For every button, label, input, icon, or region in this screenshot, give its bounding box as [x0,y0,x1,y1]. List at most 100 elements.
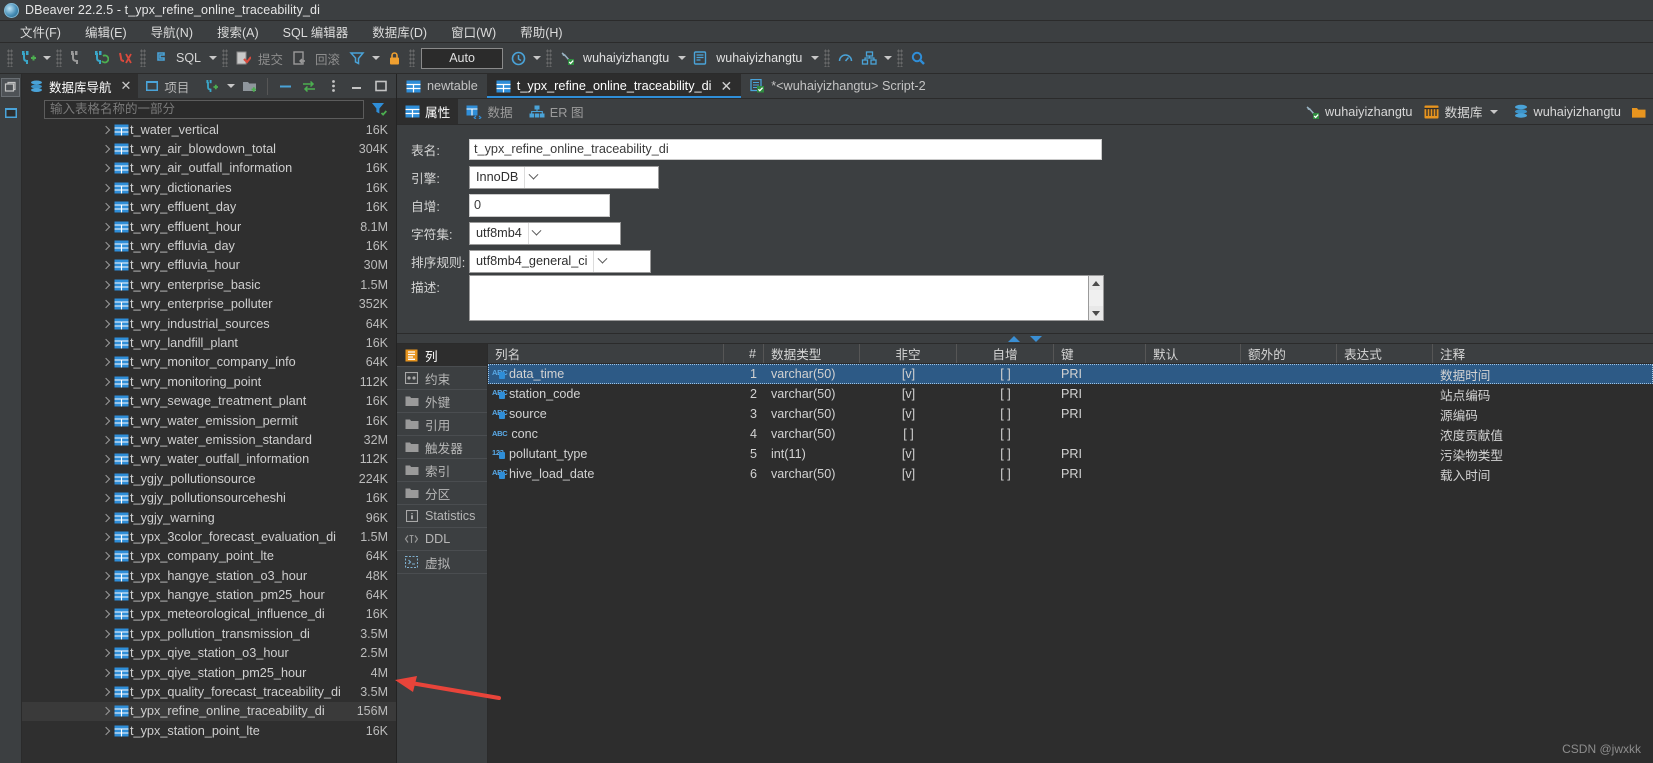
expand-chevron-icon[interactable] [100,398,113,404]
tree-item-table[interactable]: t_ypx_hangye_station_o3_hour 48K [22,566,396,585]
disconnect-icon[interactable] [65,47,89,70]
tree-item-table[interactable]: t_wry_effluent_hour 8.1M [22,217,396,236]
lock-icon[interactable] [382,47,406,70]
sql-editor-button[interactable]: SQL [149,47,206,70]
tree-item-table[interactable]: t_wry_monitor_company_info 64K [22,353,396,372]
expand-chevron-icon[interactable] [100,224,113,230]
table-filter-input[interactable] [44,99,364,119]
side-tab-ddl-icon[interactable]: DDL [397,528,487,551]
object-side-tabs[interactable]: 列约束 外键 引用 触发器 索引 分区 Statistics DDL 虚拟 [397,344,488,763]
cell-column-name[interactable]: 123 pollutant_type [488,447,724,461]
toolbar-grip[interactable] [7,49,13,67]
expand-chevron-icon[interactable] [100,185,113,191]
cell-key[interactable]: PRI [1054,467,1146,481]
expand-chevron-icon[interactable] [100,437,113,443]
column-header[interactable]: 非空 [860,344,957,363]
cell-comment[interactable]: 源编码 [1433,405,1653,424]
tree-item-table[interactable]: t_ypx_station_point_lte 16K [22,721,396,740]
maximize-panel-icon[interactable] [370,76,392,96]
new-connection-small-icon[interactable] [200,76,222,96]
expand-chevron-icon[interactable] [100,495,113,501]
cell-datatype[interactable]: varchar(50) [764,427,860,441]
side-tab-constraint-icon[interactable]: 约束 [397,367,487,390]
toolbar-grip-7[interactable] [824,49,831,67]
menu-sql-editor[interactable]: SQL 编辑器 [271,20,361,43]
connection-selector[interactable]: wuhaiyizhangtu [555,47,688,70]
minimize-panel-icon[interactable] [346,76,368,96]
tree-item-table[interactable]: t_wry_industrial_sources 64K [22,314,396,333]
cell-column-name[interactable]: ABCsource [488,407,724,421]
tab-database-navigator[interactable]: 数据库导航 ✕ [22,74,139,98]
tab-projects[interactable]: 项目 [138,74,196,98]
columns-grid-body[interactable]: ABCdata_time1varchar(50)[v][ ]PRI数据时间ABC… [488,364,1653,484]
projects-view-icon[interactable] [1,103,20,122]
expand-chevron-icon[interactable] [100,127,113,133]
expand-chevron-icon[interactable] [100,418,113,424]
cell-autoincrement[interactable]: [ ] [957,447,1054,461]
tree-item-table[interactable]: t_ypx_qiye_station_o3_hour 2.5M [22,644,396,663]
chevron-down-icon[interactable] [524,166,542,188]
cell-notnull[interactable]: [v] [860,447,957,461]
column-header[interactable]: 额外的 [1241,344,1337,363]
toolbar-grip-6[interactable] [546,49,553,67]
collation-select[interactable]: utf8mb4_general_ci [469,249,651,273]
new-connection-icon[interactable] [16,47,40,70]
expand-chevron-icon[interactable] [100,650,113,656]
dashboard-icon[interactable] [833,47,857,70]
tree-item-table[interactable]: t_water_vertical 16K [22,120,396,139]
cell-autoincrement[interactable]: [ ] [957,387,1054,401]
tree-item-table[interactable]: t_ypx_hangye_station_pm25_hour 64K [22,585,396,604]
sql-dropdown-icon[interactable] [206,47,219,70]
context-schema[interactable]: wuhaiyizhangtu [1507,104,1627,119]
database-selector[interactable]: wuhaiyizhangtu [688,47,821,70]
expand-chevron-icon[interactable] [100,282,113,288]
cell-column-name[interactable]: ABC conc [488,427,724,441]
link-with-editor-icon[interactable] [298,76,320,96]
chevron-down-icon[interactable] [593,250,611,272]
context-database-dropdown-icon[interactable] [1488,100,1501,123]
tree-item-table[interactable]: t_wry_landfill_plant 16K [22,333,396,352]
side-tab-folder-icon[interactable]: 索引 [397,459,487,482]
new-folder-icon[interactable] [239,76,261,96]
expand-chevron-icon[interactable] [100,534,113,540]
tree-item-table[interactable]: t_wry_monitoring_point 112K [22,372,396,391]
scroll-up-icon[interactable] [1089,276,1103,290]
history-icon[interactable] [506,47,530,70]
toolbar-grip-8[interactable] [897,49,904,67]
subtab-er-diagram[interactable]: ER 图 [521,99,592,124]
cell-ordinal[interactable]: 3 [724,407,764,421]
menu-database[interactable]: 数据库(D) [360,20,439,43]
tree-item-table[interactable]: t_wry_effluvia_hour 30M [22,256,396,275]
expand-chevron-icon[interactable] [100,243,113,249]
column-header[interactable]: 键 [1054,344,1146,363]
menu-search[interactable]: 搜索(A) [205,20,271,43]
toolbar-grip-4[interactable] [222,49,229,67]
column-header[interactable]: 列名 [488,344,724,363]
expand-chevron-icon[interactable] [100,611,113,617]
cell-autoincrement[interactable]: [ ] [957,427,1054,441]
splitter-up-icon[interactable] [1008,335,1020,342]
expand-chevron-icon[interactable] [100,592,113,598]
expand-chevron-icon[interactable] [100,359,113,365]
side-tab-folder-icon[interactable]: 触发器 [397,436,487,459]
tree-item-table[interactable]: t_wry_water_outfall_information 112K [22,450,396,469]
table-row[interactable]: ABCsource3varchar(50)[v][ ]PRI源编码 [488,404,1653,424]
table-row[interactable]: ABChive_load_date6varchar(50)[v][ ]PRI载入… [488,464,1653,484]
cell-notnull[interactable]: [v] [860,387,957,401]
cell-datatype[interactable]: int(11) [764,447,860,461]
tree-item-table[interactable]: t_ypx_pollution_transmission_di 3.5M [22,624,396,643]
charset-select[interactable]: utf8mb4 [469,221,621,245]
collapse-all-icon[interactable] [274,76,296,96]
toolbar-grip-3[interactable] [140,49,146,67]
expand-chevron-icon[interactable] [100,573,113,579]
filter-settings-icon[interactable] [364,101,394,117]
table-name-input[interactable]: t_ypx_refine_online_traceability_di [469,138,1102,160]
new-connection-dropdown-icon[interactable] [40,47,53,70]
description-scrollbar[interactable] [1089,275,1104,321]
splitter-down-icon[interactable] [1030,335,1042,342]
tree-item-table[interactable]: t_wry_air_blowdown_total 304K [22,139,396,158]
cell-column-name[interactable]: ABCdata_time [488,367,724,381]
tree-item-table[interactable]: t_ypx_company_point_lte 64K [22,547,396,566]
expand-chevron-icon[interactable] [100,379,113,385]
side-tab-info-icon[interactable]: Statistics [397,505,487,528]
